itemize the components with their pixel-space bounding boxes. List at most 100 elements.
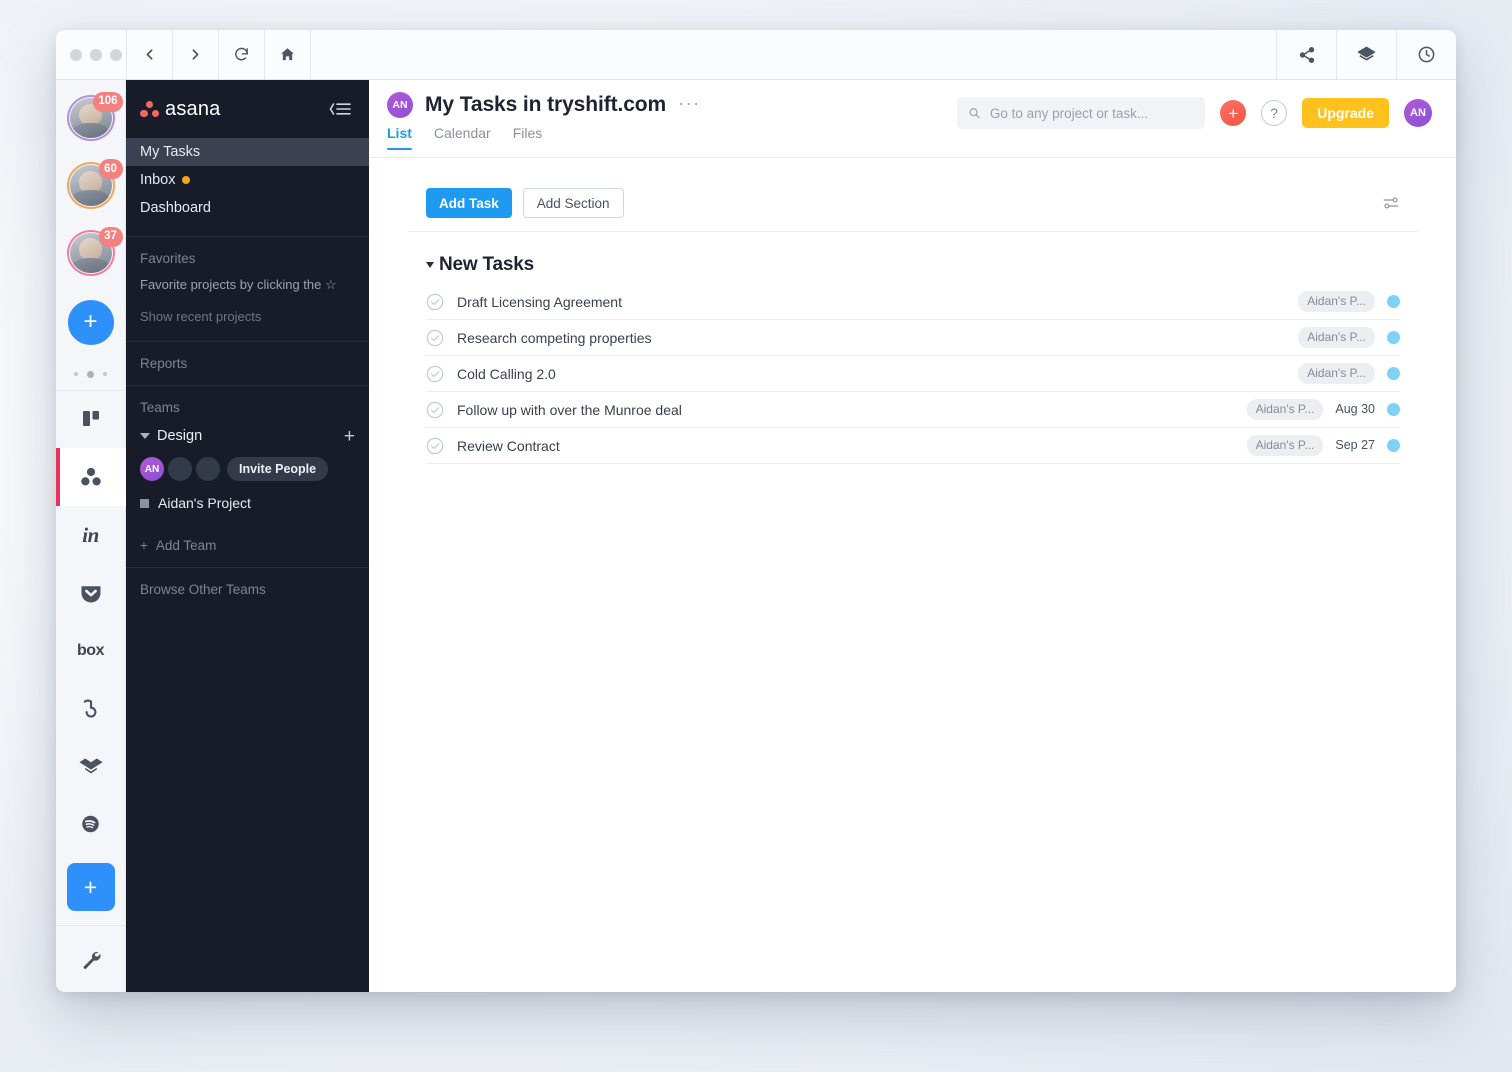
tab-calendar[interactable]: Calendar (434, 125, 491, 150)
task-list: New Tasks Draft Licensing Agreement Aida… (408, 231, 1418, 464)
help-button[interactable]: ? (1261, 100, 1288, 126)
favorites-section: Favorites Favorite projects by clicking … (126, 236, 369, 327)
sidebar-collapse-button[interactable] (327, 100, 353, 118)
project-name: Aidan's Project (158, 495, 251, 511)
spotify-icon (82, 815, 99, 833)
close-button[interactable] (70, 48, 82, 61)
app-box[interactable]: box (56, 622, 126, 680)
app-invision[interactable]: in (56, 506, 126, 564)
member-avatar-me[interactable]: AN (140, 457, 164, 481)
tab-files[interactable]: Files (513, 125, 543, 150)
sidebar-item-reports[interactable]: Reports (126, 356, 369, 371)
account-avatar-3[interactable]: 37 (66, 226, 123, 277)
app-bitly[interactable] (56, 680, 126, 738)
upgrade-button[interactable]: Upgrade (1302, 98, 1389, 128)
home-button[interactable] (264, 30, 310, 79)
chevron-down-icon[interactable] (426, 262, 434, 268)
search-input[interactable] (989, 105, 1195, 121)
sidebar-item-inbox[interactable]: Inbox (126, 166, 369, 194)
app-trello[interactable] (56, 391, 126, 449)
clock-icon (1418, 46, 1435, 63)
task-title: Review Contract (457, 437, 560, 454)
task-project-tag[interactable]: Aidan's P... (1298, 363, 1375, 384)
title-bar-spacer (310, 30, 1276, 79)
table-row[interactable]: Review Contract Aidan's P... Sep 27 (426, 428, 1400, 464)
sidebar-item-dashboard[interactable]: Dashboard (126, 194, 369, 222)
complete-task-icon[interactable] (426, 401, 444, 419)
user-avatar[interactable]: AN (1404, 99, 1432, 127)
task-project-tag[interactable]: Aidan's P... (1298, 327, 1375, 348)
table-row[interactable]: Follow up with over the Munroe deal Aida… (426, 392, 1400, 428)
rail-page-dots[interactable] (74, 370, 107, 378)
bitly-icon (83, 700, 96, 718)
invite-people-button[interactable]: Invite People (227, 457, 329, 481)
reload-icon (235, 47, 248, 61)
layers-icon (1357, 46, 1376, 61)
history-button[interactable] (1396, 30, 1456, 79)
member-avatar-placeholder[interactable] (196, 457, 220, 481)
task-section-header[interactable]: New Tasks (426, 232, 1400, 284)
app-dropbox[interactable] (56, 737, 126, 795)
task-project-tag[interactable]: Aidan's P... (1298, 291, 1375, 312)
member-avatar-placeholder[interactable] (168, 457, 192, 481)
add-project-button[interactable]: + (344, 427, 355, 446)
reload-button[interactable] (218, 30, 264, 79)
add-app-button[interactable]: + (66, 863, 115, 911)
app-rail: 106 60 37 + in box + (56, 80, 126, 992)
add-account-button[interactable]: + (67, 300, 114, 345)
unread-badge: 37 (98, 226, 123, 247)
team-design-row[interactable]: Design + (126, 424, 369, 448)
chevron-down-icon[interactable] (140, 433, 150, 439)
search-box[interactable] (957, 97, 1206, 129)
forward-button[interactable] (172, 30, 218, 79)
complete-task-icon[interactable] (426, 293, 444, 311)
task-due-date[interactable]: Sep 27 (1335, 438, 1375, 452)
app-spotify[interactable] (56, 795, 126, 853)
collapse-menu-icon (329, 103, 351, 115)
sidebar-project-aidans-project[interactable]: Aidan's Project (126, 490, 369, 516)
task-project-tag[interactable]: Aidan's P... (1246, 399, 1324, 420)
tab-list[interactable]: List (387, 125, 412, 150)
layers-button[interactable] (1336, 30, 1396, 79)
page-dot[interactable] (74, 372, 78, 376)
add-section-button[interactable]: Add Section (522, 188, 624, 218)
table-row[interactable]: Cold Calling 2.0 Aidan's P... (426, 356, 1400, 392)
add-task-button[interactable]: Add Task (426, 188, 512, 218)
minimize-button[interactable] (90, 48, 102, 61)
table-row[interactable]: Draft Licensing Agreement Aidan's P... (426, 284, 1400, 320)
filter-sort-button[interactable] (1382, 194, 1400, 212)
asana-logo-text: asana (165, 97, 221, 120)
settings-button[interactable] (56, 926, 125, 992)
browse-other-teams-link[interactable]: Browse Other Teams (126, 582, 369, 597)
task-due-date[interactable]: Aug 30 (1335, 402, 1375, 416)
account-avatar-1[interactable]: 106 (66, 92, 123, 142)
complete-task-icon[interactable] (426, 329, 444, 347)
title-bar (56, 30, 1456, 80)
sidebar-item-my-tasks[interactable]: My Tasks (126, 138, 369, 166)
favorites-caption: Favorites (140, 251, 196, 266)
chevron-right-icon (192, 49, 199, 60)
page-dot[interactable] (103, 372, 107, 376)
show-recent-projects-link[interactable]: Show recent projects (126, 307, 369, 327)
task-meta: Aidan's P... Sep 27 (1246, 435, 1400, 456)
share-button[interactable] (1276, 30, 1336, 79)
add-team-button[interactable]: + Add Team (126, 538, 369, 553)
maximize-button[interactable] (110, 48, 122, 61)
box-icon: box (77, 641, 104, 659)
reports-section: Reports (126, 341, 369, 371)
title-block: AN My Tasks in tryshift.com ··· List Cal… (387, 80, 701, 150)
task-project-tag[interactable]: Aidan's P... (1246, 435, 1324, 456)
account-avatar-2[interactable]: 60 (66, 159, 123, 209)
complete-task-icon[interactable] (426, 437, 444, 455)
asana-logo[interactable]: asana (140, 98, 221, 121)
page-dot-active[interactable] (87, 370, 94, 378)
app-asana[interactable] (56, 448, 126, 507)
complete-task-icon[interactable] (426, 365, 444, 383)
more-options-button[interactable]: ··· (678, 94, 700, 112)
app-pocket[interactable] (56, 564, 126, 622)
back-button[interactable] (126, 30, 172, 79)
table-row[interactable]: Research competing properties Aidan's P.… (426, 320, 1400, 356)
quick-add-button[interactable]: + (1220, 100, 1247, 126)
page-title: My Tasks in tryshift.com (425, 93, 667, 116)
wrench-icon (83, 951, 100, 969)
